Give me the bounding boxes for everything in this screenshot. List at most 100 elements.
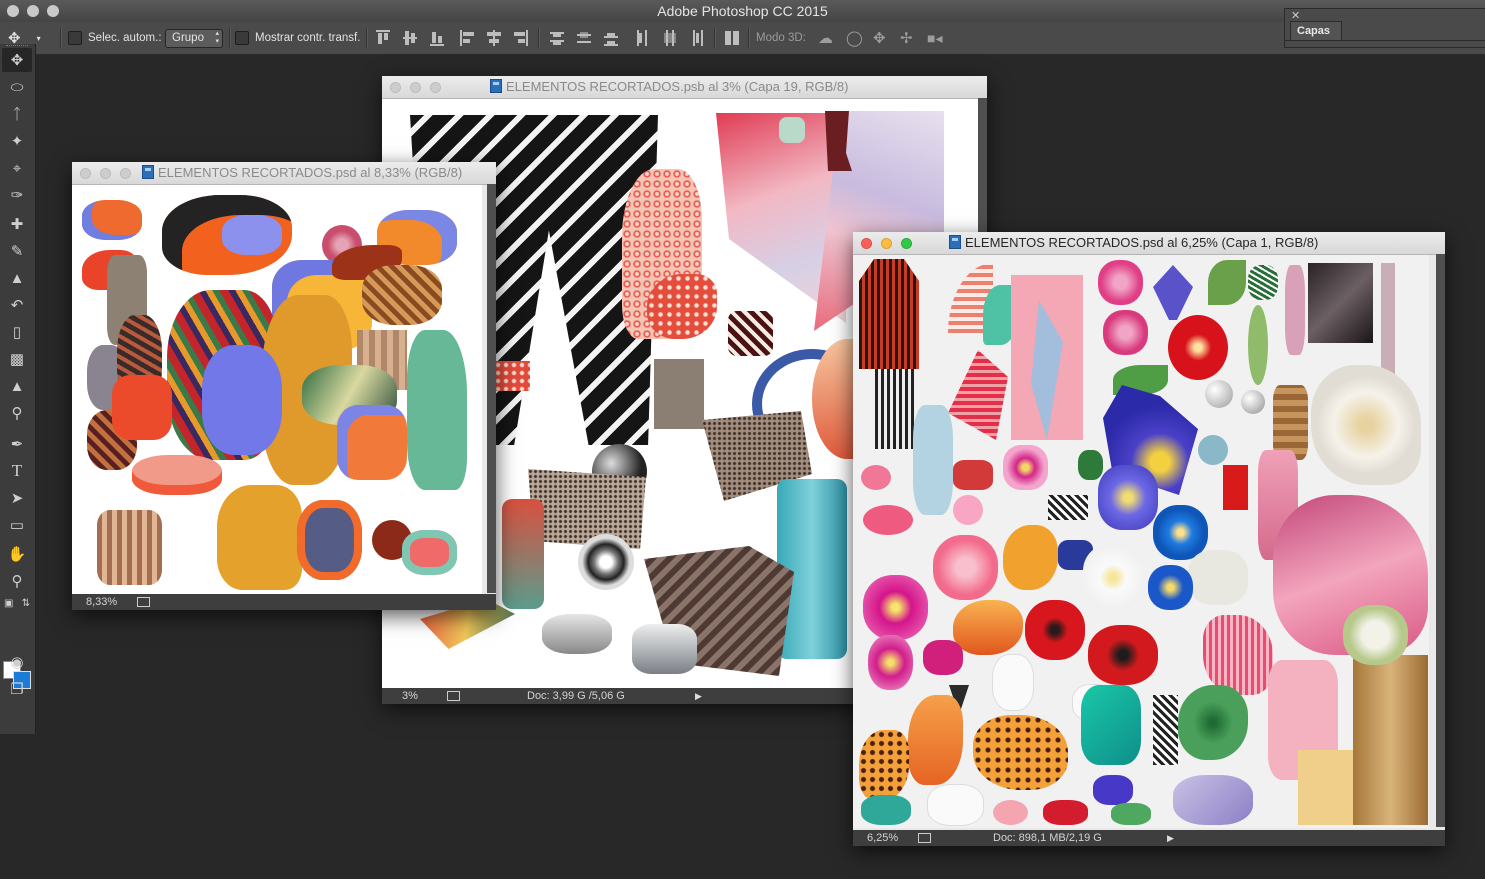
vertical-scrollbar[interactable] [487,184,496,593]
collage-element [948,350,1008,440]
zoom-level[interactable]: 3% [402,688,418,704]
dodge-icon[interactable]: ⚲ [2,401,32,425]
crop-icon[interactable]: ⌖ [2,156,32,180]
window-close-button[interactable] [390,82,401,93]
checkbox-box[interactable] [235,31,249,45]
collage-element [1078,450,1103,480]
collage-element [861,795,911,825]
collage-element [222,215,282,255]
swap-colors-icon[interactable]: ⇅ [22,598,30,609]
distribute-top-icon[interactable] [548,28,566,48]
move-icon[interactable]: ✥ [2,48,32,72]
status-menu-arrow-icon[interactable]: ▶ [1167,830,1174,846]
window-minimize-button[interactable] [881,238,892,249]
collage-element [1111,803,1151,825]
align-bottom-icon[interactable] [428,28,446,48]
window-close-button[interactable] [80,168,91,179]
distribute-left-icon[interactable] [633,28,651,48]
gradient-icon[interactable]: ▩ [2,347,32,371]
history-brush-icon[interactable]: ↶ [2,293,32,317]
eraser-icon[interactable]: ▯ [2,320,32,344]
collage-element [1168,315,1228,380]
collage-element [1093,775,1133,805]
distribute-vertical-center-icon[interactable] [575,28,593,48]
collage-element [1148,565,1193,610]
document-canvas[interactable] [72,185,482,594]
marquee-icon[interactable]: ⬭ [2,75,32,99]
align-horizontal-center-icon[interactable] [485,28,503,48]
window-close-button[interactable] [861,238,872,249]
export-icon[interactable] [918,833,931,843]
align-right-icon[interactable] [512,28,530,48]
export-icon[interactable] [137,597,150,607]
eyedropper-icon[interactable]: ✑ [2,183,32,207]
lasso-icon[interactable]: ᛏ [2,102,32,126]
roll-3d-icon[interactable]: ◯ [846,22,863,54]
distribute-bottom-icon[interactable] [602,28,620,48]
document-status-bar: 6,25% Doc: 898,1 MB/2,19 G ▶ [853,830,1445,846]
orbit-3d-icon[interactable]: ☁ [818,22,833,54]
blur-icon[interactable]: ▲ [2,374,32,398]
distribute-right-icon[interactable] [687,28,705,48]
document-canvas[interactable] [853,255,1429,828]
slide-3d-icon[interactable]: ✢ [900,22,913,54]
window-minimize-button[interactable] [100,168,111,179]
window-zoom-button[interactable] [120,168,131,179]
rectangle-icon[interactable]: ▭ [2,513,32,537]
collage-element [1208,260,1246,305]
path-selection-icon[interactable]: ➤ [2,486,32,510]
window-zoom-button[interactable] [430,82,441,93]
collage-element [647,274,717,339]
collage-element [1198,435,1228,465]
hand-icon[interactable]: ✋ [2,542,32,566]
quick-mask-icon[interactable]: ◉ [2,650,32,674]
collage-element [1223,465,1248,510]
distribute-horizontal-center-icon[interactable] [660,28,678,48]
align-top-icon[interactable] [374,28,392,48]
screen-mode-icon[interactable]: ❐ [2,677,32,701]
collage-element [913,405,953,515]
window-zoom-button[interactable] [901,238,912,249]
auto-select-checkbox[interactable]: Selec. autom.: [68,22,162,54]
pan-3d-icon[interactable]: ✥ [873,22,886,54]
zoom-level[interactable]: 6,25% [867,830,898,846]
collage-element [1311,365,1421,485]
auto-select-dropdown[interactable]: Grupo [165,22,223,54]
collage-element [1188,550,1248,605]
document-window-8[interactable]: ELEMENTOS RECORTADOS.psd al 8,33% (RGB/8… [72,162,496,610]
document-titlebar[interactable]: ELEMENTOS RECORTADOS.psb al 3% (Capa 19,… [382,76,987,99]
collage-element [973,715,1068,790]
document-titlebar[interactable]: ELEMENTOS RECORTADOS.psd al 6,25% (Capa … [853,232,1445,255]
type-icon[interactable]: T [2,459,32,483]
brush-icon[interactable]: ✎ [2,239,32,263]
stamp-icon[interactable]: ▲ [2,266,32,290]
magic-wand-icon[interactable]: ✦ [2,129,32,153]
healing-brush-icon[interactable]: ✚ [2,212,32,236]
zoom-icon[interactable]: ⚲ [2,569,32,593]
scale-3d-icon[interactable]: ■◂ [927,22,942,54]
collage-element [1308,263,1373,343]
default-colors-icon[interactable]: ▣ ⇅ [2,591,32,615]
auto-select-value[interactable]: Grupo [165,28,223,48]
app-titlebar: Adobe Photoshop CC 2015 [0,0,1485,23]
zoom-level[interactable]: 8,33% [86,594,117,610]
checkbox-box[interactable] [68,31,82,45]
collage-element [1098,465,1158,530]
status-menu-arrow-icon[interactable]: ▶ [695,688,702,704]
collage-element [1298,750,1353,825]
pen-icon[interactable]: ✒ [2,432,32,456]
collage-element [1273,385,1308,460]
vertical-scrollbar[interactable] [1436,254,1445,827]
window-minimize-button[interactable] [410,82,421,93]
export-icon[interactable] [447,691,460,701]
align-vertical-center-icon[interactable] [401,28,419,48]
collage-element [337,405,407,480]
show-transform-checkbox[interactable]: Mostrar contr. transf. [235,22,360,54]
auto-align-layers-icon[interactable] [723,28,741,48]
document-window-6[interactable]: ELEMENTOS RECORTADOS.psd al 6,25% (Capa … [853,232,1445,846]
collage-element [993,800,1028,825]
align-left-icon[interactable] [458,28,476,48]
layers-tab[interactable]: Capas [1290,21,1342,40]
document-status-bar: 8,33% [72,594,496,610]
document-titlebar[interactable]: ELEMENTOS RECORTADOS.psd al 8,33% (RGB/8… [72,162,496,185]
